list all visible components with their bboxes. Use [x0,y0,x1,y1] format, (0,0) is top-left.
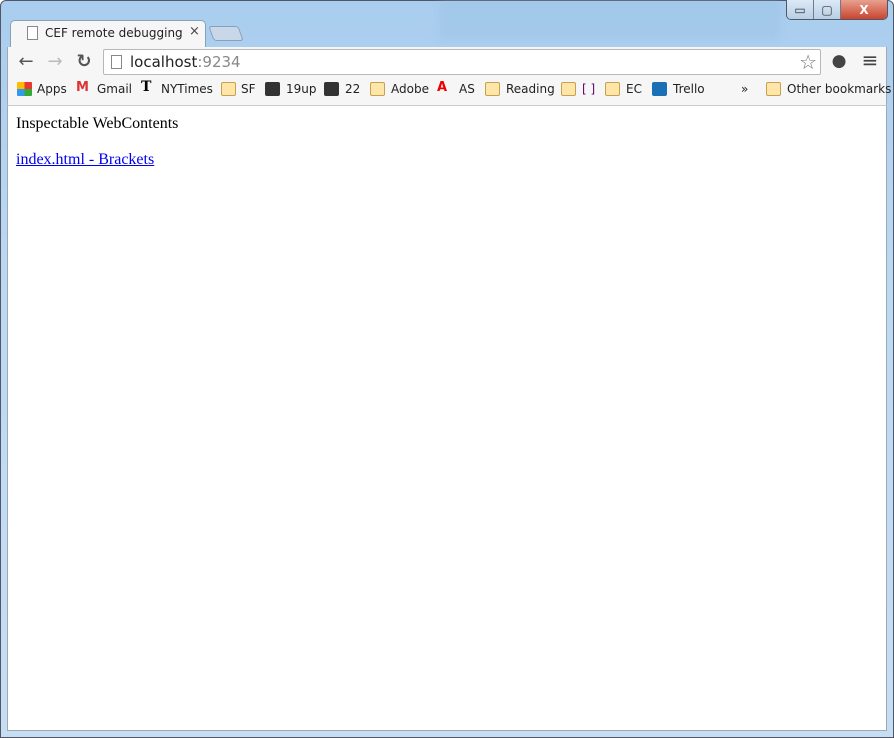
bookmark-22[interactable]: 22 [345,82,360,96]
bookmark-apps[interactable]: Apps [37,82,67,96]
url-port: :9234 [197,53,241,71]
bookmark-other-bookmarks[interactable]: Other bookmarks [787,82,891,96]
background-window-blur [440,0,780,40]
forward-button[interactable]: → [44,51,66,72]
history-clock-icon[interactable]: ● [828,51,850,71]
tab-close-button[interactable]: × [189,24,200,39]
maximize-button[interactable]: ▢ [814,0,841,19]
trello-icon [652,82,667,96]
bookmark-19up[interactable]: 19up [286,82,317,96]
address-bar[interactable]: localhost:9234 ☆ [103,49,821,75]
apps-grid-icon [17,82,32,96]
bookmark-star-icon[interactable]: ☆ [799,50,817,74]
tab-active[interactable]: CEF remote debugging × [10,20,206,48]
page-heading: Inspectable WebContents [16,115,179,132]
bookmarks-overflow-button[interactable]: » [741,82,748,96]
adobe-icon: A [437,80,448,95]
bookmark-sf[interactable]: SF [241,82,256,96]
new-tab-button[interactable] [208,26,244,41]
reload-button[interactable]: ↻ [73,51,95,72]
folder-icon [766,82,781,96]
url-text: localhost:9234 [130,53,241,71]
back-button[interactable]: ← [15,51,37,72]
page-icon [111,55,122,69]
bookmark-brackets[interactable]: [ ] [582,82,595,96]
bookmark-reading[interactable]: Reading [506,82,555,96]
bookmark-gmail[interactable]: Gmail [97,82,132,96]
gmail-icon: M [76,80,89,95]
bus-icon [324,82,339,96]
minimize-button[interactable]: ▭ [787,0,814,19]
inspectable-page-link[interactable]: index.html - Brackets [16,151,154,169]
page-icon [27,26,38,40]
toolbar: ← → ↻ localhost:9234 ☆ ● ≡ Apps M Gmail … [7,47,891,105]
tab-title: CEF remote debugging [45,26,183,40]
page-content: Inspectable WebContents index.html - Bra… [7,105,887,731]
window-controls: ▭ ▢ X [786,0,888,20]
folder-icon [561,82,576,96]
bookmark-nytimes[interactable]: NYTimes [161,82,213,96]
bookmark-trello[interactable]: Trello [673,82,705,96]
folder-icon [605,82,620,96]
folder-icon [370,82,385,96]
menu-icon[interactable]: ≡ [859,48,881,72]
close-window-button[interactable]: X [841,0,887,19]
folder-icon [485,82,500,96]
nytimes-icon: T [141,79,152,95]
bus-icon [265,82,280,96]
bookmark-ec[interactable]: EC [626,82,642,96]
url-host: localhost [130,53,198,71]
bookmark-as[interactable]: AS [459,82,475,96]
folder-icon [221,82,236,96]
bookmark-adobe[interactable]: Adobe [391,82,429,96]
